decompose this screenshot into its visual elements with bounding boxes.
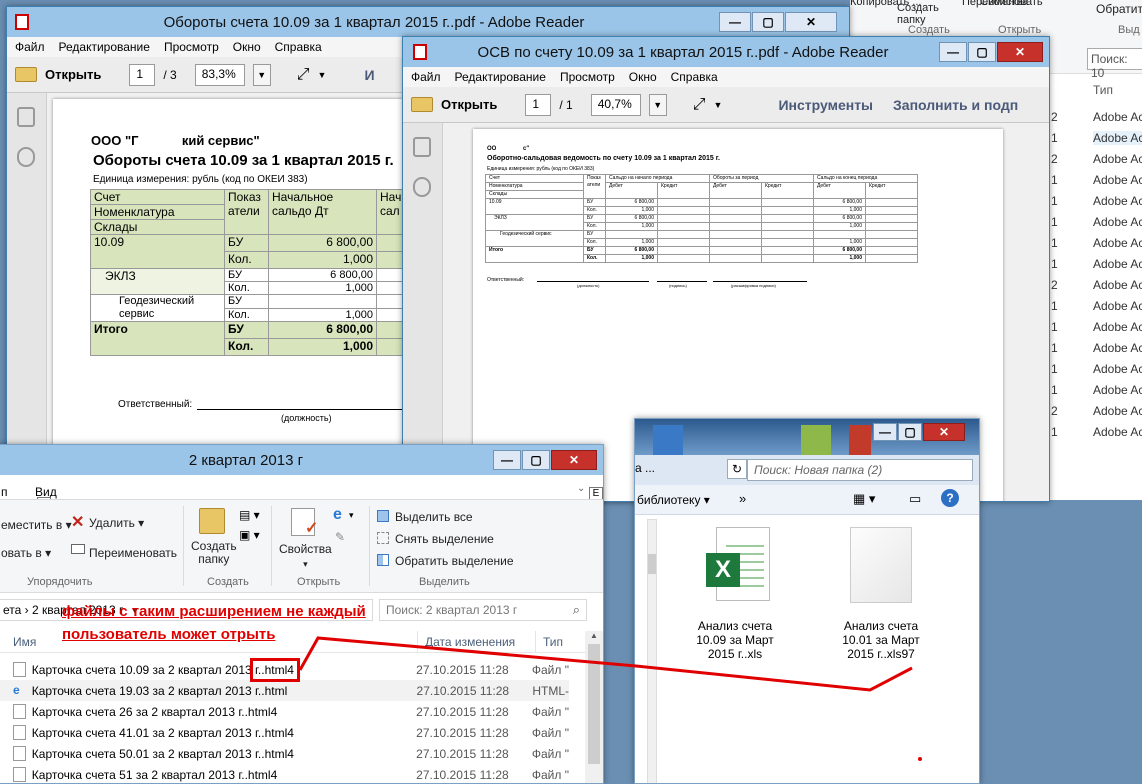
annotation-arrow (298, 636, 913, 692)
annotation-connector-line (298, 636, 913, 692)
